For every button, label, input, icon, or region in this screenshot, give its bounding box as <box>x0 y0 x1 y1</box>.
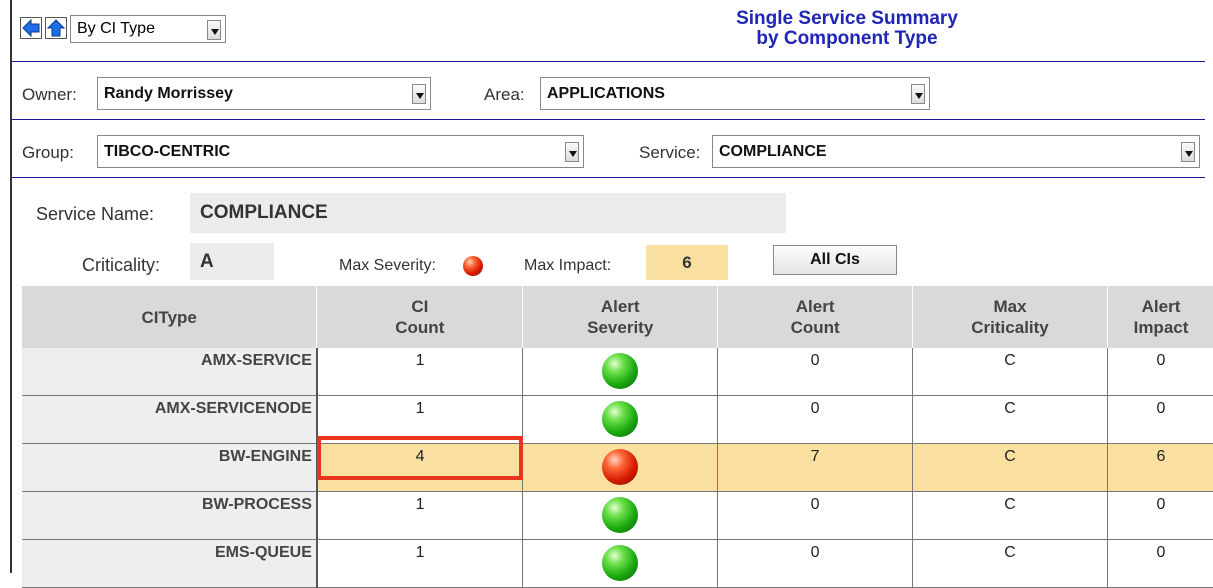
alert-impact-cell: 6 <box>1107 443 1213 492</box>
ci-type-cell: EMS-QUEUE <box>22 539 318 588</box>
area-value: APPLICATIONS <box>547 84 665 102</box>
max-impact-label: Max Impact: <box>524 257 612 274</box>
ci-type-cell: BW-ENGINE <box>22 443 318 492</box>
column-header-alert-impact[interactable]: Alert Impact <box>1107 286 1213 348</box>
divider <box>12 119 1205 120</box>
alert-severity-cell <box>522 539 719 588</box>
alert-severity-cell <box>522 443 719 492</box>
alert-count-cell: 0 <box>717 348 914 396</box>
alert-count-cell: 0 <box>717 395 914 444</box>
up-button[interactable] <box>45 17 67 39</box>
ci-type-cell: AMX-SERVICENODE <box>22 395 318 444</box>
owner-select[interactable]: Randy Morrissey <box>97 77 431 110</box>
service-name-field: COMPLIANCE <box>190 193 786 233</box>
all-cis-button[interactable]: All CIs <box>773 245 897 275</box>
table-header-row: CIType CI Count Alert Severity Alert Count … <box>22 286 1213 348</box>
column-header-ci-count[interactable]: CI Count <box>316 286 524 348</box>
alert-impact-cell: 0 <box>1107 395 1213 444</box>
max-criticality-cell: C <box>912 539 1108 588</box>
max-impact-field: 6 <box>646 245 728 280</box>
ci-count-cell[interactable]: 1 <box>316 348 524 396</box>
table-row[interactable]: EMS-QUEUE 1 0 C 0 <box>22 539 1213 588</box>
ci-type-cell: BW-PROCESS <box>22 491 318 540</box>
area-select[interactable]: APPLICATIONS <box>540 77 930 110</box>
service-label: Service: <box>639 143 701 162</box>
owner-value: Randy Morrissey <box>104 84 233 102</box>
green-status-icon <box>602 497 639 533</box>
divider <box>12 61 1205 62</box>
chevron-down-icon <box>565 142 579 162</box>
group-select[interactable]: TIBCO-CENTRIC <box>97 135 584 168</box>
chevron-down-icon <box>412 84 426 104</box>
table-row[interactable]: BW-ENGINE 4 7 C 6 <box>22 443 1213 492</box>
alert-count-cell: 0 <box>717 539 914 588</box>
ci-count-cell[interactable]: 1 <box>316 539 524 588</box>
chevron-down-icon <box>207 20 221 40</box>
max-criticality-cell: C <box>912 491 1108 540</box>
red-status-icon <box>602 449 639 485</box>
up-arrow-icon <box>46 19 66 37</box>
green-status-icon <box>602 545 639 581</box>
back-button[interactable] <box>20 17 42 39</box>
table-row[interactable]: AMX-SERVICENODE 1 0 C 0 <box>22 395 1213 444</box>
max-criticality-cell: C <box>912 348 1108 396</box>
max-severity-label: Max Severity: <box>339 257 436 274</box>
view-select[interactable]: By CI Type <box>70 15 226 43</box>
alert-count-cell: 7 <box>717 443 914 492</box>
ci-type-cell: AMX-SERVICE <box>22 348 318 396</box>
max-criticality-cell: C <box>912 443 1108 492</box>
table-row[interactable]: BW-PROCESS 1 0 C 0 <box>22 491 1213 540</box>
page-title: Single Service Summary by Component Type <box>652 9 1042 49</box>
criticality-field: A <box>190 243 274 280</box>
column-header-citype[interactable]: CIType <box>22 286 318 348</box>
alert-severity-cell <box>522 491 719 540</box>
alert-impact-cell: 0 <box>1107 539 1213 588</box>
title-line-2: by Component Type <box>756 28 938 49</box>
alert-impact-cell: 0 <box>1107 348 1213 396</box>
service-select[interactable]: COMPLIANCE <box>712 135 1200 168</box>
service-value: COMPLIANCE <box>719 142 827 160</box>
column-header-alert-severity[interactable]: Alert Severity <box>522 286 719 348</box>
table-row[interactable]: AMX-SERVICE 1 0 C 0 <box>22 348 1213 396</box>
group-value: TIBCO-CENTRIC <box>104 142 231 160</box>
alert-impact-cell: 0 <box>1107 491 1213 540</box>
divider <box>12 177 1205 178</box>
chevron-down-icon <box>1181 142 1195 162</box>
criticality-label: Criticality: <box>82 255 161 275</box>
owner-label: Owner: <box>22 85 77 104</box>
ci-count-cell[interactable]: 1 <box>316 491 524 540</box>
service-name-label: Service Name: <box>36 204 155 224</box>
view-select-value: By CI Type <box>77 20 155 37</box>
alert-count-cell: 0 <box>717 491 914 540</box>
column-header-alert-count[interactable]: Alert Count <box>717 286 914 348</box>
app-frame: By CI Type Single Service Summary by Com… <box>10 0 1213 588</box>
max-criticality-cell: C <box>912 395 1108 444</box>
group-label: Group: <box>22 143 74 162</box>
column-header-max-criticality[interactable]: Max Criticality <box>912 286 1108 348</box>
selection-highlight-box <box>317 436 523 480</box>
green-status-icon <box>602 353 639 389</box>
green-status-icon <box>602 401 639 437</box>
chevron-down-icon <box>911 84 925 104</box>
ci-type-table: CIType CI Count Alert Severity Alert Count … <box>22 286 1213 588</box>
left-arrow-icon <box>22 18 40 38</box>
title-line-1: Single Service Summary <box>736 8 958 29</box>
red-status-icon <box>463 256 483 276</box>
area-label: Area: <box>484 85 525 104</box>
alert-severity-cell <box>522 348 719 396</box>
alert-severity-cell <box>522 395 719 444</box>
